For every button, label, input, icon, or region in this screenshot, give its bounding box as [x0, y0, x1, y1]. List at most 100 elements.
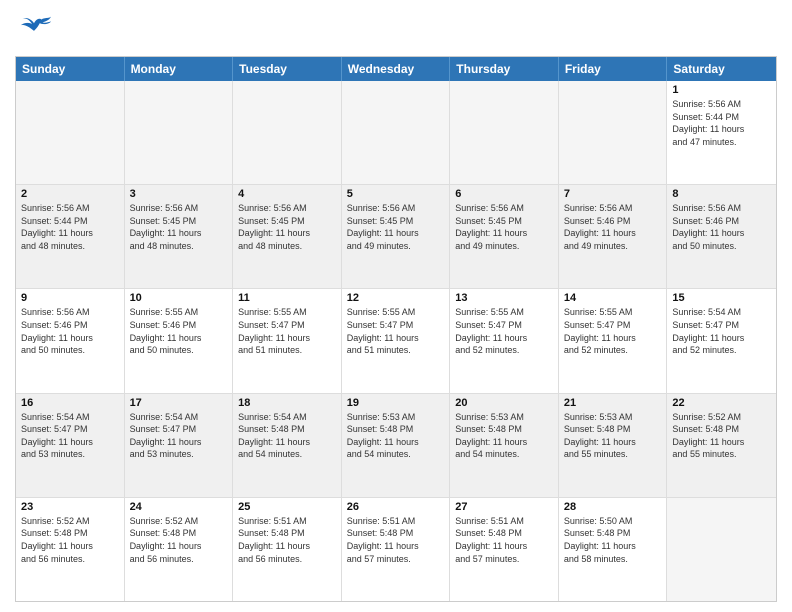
cell-info: Sunrise: 5:50 AM Sunset: 5:48 PM Dayligh… — [564, 515, 662, 565]
calendar-row-4: 16 Sunrise: 5:54 AM Sunset: 5:47 PM Dayli… — [16, 393, 776, 497]
calendar-cell: 18 Sunrise: 5:54 AM Sunset: 5:48 PM Dayli… — [233, 394, 342, 497]
calendar-cell: 11 Sunrise: 5:55 AM Sunset: 5:47 PM Dayli… — [233, 289, 342, 392]
calendar-cell: 8 Sunrise: 5:56 AM Sunset: 5:46 PM Daylig… — [667, 185, 776, 288]
calendar-header: SundayMondayTuesdayWednesdayThursdayFrid… — [16, 57, 776, 81]
calendar-cell: 4 Sunrise: 5:56 AM Sunset: 5:45 PM Daylig… — [233, 185, 342, 288]
calendar-cell: 26 Sunrise: 5:51 AM Sunset: 5:48 PM Dayli… — [342, 498, 451, 601]
day-number: 20 — [455, 397, 553, 409]
calendar-cell — [16, 81, 125, 184]
calendar-cell: 16 Sunrise: 5:54 AM Sunset: 5:47 PM Dayli… — [16, 394, 125, 497]
cell-info: Sunrise: 5:53 AM Sunset: 5:48 PM Dayligh… — [455, 411, 553, 461]
day-number: 7 — [564, 188, 662, 200]
day-number: 17 — [130, 397, 228, 409]
cell-info: Sunrise: 5:56 AM Sunset: 5:45 PM Dayligh… — [347, 202, 445, 252]
calendar-cell: 7 Sunrise: 5:56 AM Sunset: 5:46 PM Daylig… — [559, 185, 668, 288]
cell-info: Sunrise: 5:51 AM Sunset: 5:48 PM Dayligh… — [347, 515, 445, 565]
cell-info: Sunrise: 5:55 AM Sunset: 5:47 PM Dayligh… — [347, 306, 445, 356]
day-number: 27 — [455, 501, 553, 513]
day-number: 26 — [347, 501, 445, 513]
calendar-cell — [450, 81, 559, 184]
calendar-cell — [667, 498, 776, 601]
cell-info: Sunrise: 5:51 AM Sunset: 5:48 PM Dayligh… — [455, 515, 553, 565]
day-number: 12 — [347, 292, 445, 304]
cell-info: Sunrise: 5:56 AM Sunset: 5:45 PM Dayligh… — [455, 202, 553, 252]
cell-info: Sunrise: 5:56 AM Sunset: 5:45 PM Dayligh… — [238, 202, 336, 252]
cell-info: Sunrise: 5:53 AM Sunset: 5:48 PM Dayligh… — [347, 411, 445, 461]
cell-info: Sunrise: 5:53 AM Sunset: 5:48 PM Dayligh… — [564, 411, 662, 461]
calendar-cell: 14 Sunrise: 5:55 AM Sunset: 5:47 PM Dayli… — [559, 289, 668, 392]
calendar-row-2: 2 Sunrise: 5:56 AM Sunset: 5:44 PM Daylig… — [16, 184, 776, 288]
cell-info: Sunrise: 5:54 AM Sunset: 5:47 PM Dayligh… — [21, 411, 119, 461]
cell-info: Sunrise: 5:56 AM Sunset: 5:45 PM Dayligh… — [130, 202, 228, 252]
day-number: 24 — [130, 501, 228, 513]
calendar-cell — [233, 81, 342, 184]
calendar-cell — [125, 81, 234, 184]
calendar-cell: 15Sunrise: 5:54 AM Sunset: 5:47 PM Dayli… — [667, 289, 776, 392]
calendar-cell — [559, 81, 668, 184]
calendar-row-5: 23 Sunrise: 5:52 AM Sunset: 5:48 PM Dayli… — [16, 497, 776, 601]
cell-info: Sunrise: 5:55 AM Sunset: 5:47 PM Dayligh… — [238, 306, 336, 356]
day-number: 22 — [672, 397, 771, 409]
day-number: 14 — [564, 292, 662, 304]
cell-info: Sunrise: 5:56 AM Sunset: 5:46 PM Dayligh… — [21, 306, 119, 356]
day-number: 13 — [455, 292, 553, 304]
cell-info: Sunrise: 5:52 AM Sunset: 5:48 PM Dayligh… — [672, 411, 771, 461]
day-number: 11 — [238, 292, 336, 304]
calendar: SundayMondayTuesdayWednesdayThursdayFrid… — [15, 56, 777, 602]
calendar-cell: 6 Sunrise: 5:56 AM Sunset: 5:45 PM Daylig… — [450, 185, 559, 288]
calendar-cell: 22 Sunrise: 5:52 AM Sunset: 5:48 PM Dayli… — [667, 394, 776, 497]
calendar-cell: 17 Sunrise: 5:54 AM Sunset: 5:47 PM Dayli… — [125, 394, 234, 497]
calendar-cell: 21 Sunrise: 5:53 AM Sunset: 5:48 PM Dayli… — [559, 394, 668, 497]
cell-info: Sunrise: 5:54 AM Sunset: 5:48 PM Dayligh… — [238, 411, 336, 461]
day-number: 15 — [672, 292, 771, 304]
day-number: 10 — [130, 292, 228, 304]
weekday-header-monday: Monday — [125, 57, 234, 81]
cell-info: Sunrise: 5:54 AM Sunset: 5:47 PM Dayligh… — [130, 411, 228, 461]
weekday-header-friday: Friday — [559, 57, 668, 81]
cell-info: Sunrise: 5:55 AM Sunset: 5:47 PM Dayligh… — [455, 306, 553, 356]
calendar-body: 1 Sunrise: 5:56 AM Sunset: 5:44 PM Daylig… — [16, 81, 776, 601]
cell-info: Sunrise: 5:55 AM Sunset: 5:47 PM Dayligh… — [564, 306, 662, 356]
calendar-cell: 3 Sunrise: 5:56 AM Sunset: 5:45 PM Daylig… — [125, 185, 234, 288]
calendar-cell: 23Sunrise: 5:52 AM Sunset: 5:48 PM Dayli… — [16, 498, 125, 601]
day-number: 16 — [21, 397, 119, 409]
calendar-cell: 19Sunrise: 5:53 AM Sunset: 5:48 PM Dayli… — [342, 394, 451, 497]
calendar-cell: 9 Sunrise: 5:56 AM Sunset: 5:46 PM Daylig… — [16, 289, 125, 392]
calendar-cell: 20 Sunrise: 5:53 AM Sunset: 5:48 PM Dayli… — [450, 394, 559, 497]
calendar-cell: 12 Sunrise: 5:55 AM Sunset: 5:47 PM Dayli… — [342, 289, 451, 392]
day-number: 9 — [21, 292, 119, 304]
weekday-header-tuesday: Tuesday — [233, 57, 342, 81]
day-number: 18 — [238, 397, 336, 409]
day-number: 3 — [130, 188, 228, 200]
day-number: 8 — [672, 188, 771, 200]
calendar-cell: 13 Sunrise: 5:55 AM Sunset: 5:47 PM Dayli… — [450, 289, 559, 392]
calendar-cell: 2 Sunrise: 5:56 AM Sunset: 5:44 PM Daylig… — [16, 185, 125, 288]
day-number: 21 — [564, 397, 662, 409]
day-number: 25 — [238, 501, 336, 513]
calendar-cell: 1Sunrise: 5:56 AM Sunset: 5:44 PM Daylig… — [667, 81, 776, 184]
calendar-cell: 28 Sunrise: 5:50 AM Sunset: 5:48 PM Dayli… — [559, 498, 668, 601]
day-number: 28 — [564, 501, 662, 513]
day-number: 6 — [455, 188, 553, 200]
cell-info: Sunrise: 5:55 AM Sunset: 5:46 PM Dayligh… — [130, 306, 228, 356]
calendar-row-3: 9 Sunrise: 5:56 AM Sunset: 5:46 PM Daylig… — [16, 288, 776, 392]
logo — [15, 10, 55, 48]
cell-info: Sunrise: 5:51 AM Sunset: 5:48 PM Dayligh… — [238, 515, 336, 565]
cell-info: Sunrise: 5:56 AM Sunset: 5:46 PM Dayligh… — [564, 202, 662, 252]
calendar-cell: 24 Sunrise: 5:52 AM Sunset: 5:48 PM Dayli… — [125, 498, 234, 601]
day-number: 2 — [21, 188, 119, 200]
weekday-header-thursday: Thursday — [450, 57, 559, 81]
calendar-cell: 10 Sunrise: 5:55 AM Sunset: 5:46 PM Dayli… — [125, 289, 234, 392]
cell-info: Sunrise: 5:52 AM Sunset: 5:48 PM Dayligh… — [130, 515, 228, 565]
calendar-cell: 5Sunrise: 5:56 AM Sunset: 5:45 PM Daylig… — [342, 185, 451, 288]
cell-info: Sunrise: 5:56 AM Sunset: 5:46 PM Dayligh… — [672, 202, 771, 252]
cell-info: Sunrise: 5:56 AM Sunset: 5:44 PM Dayligh… — [21, 202, 119, 252]
day-number: 1 — [672, 84, 771, 96]
weekday-header-wednesday: Wednesday — [342, 57, 451, 81]
logo-icon — [15, 10, 53, 48]
day-number: 4 — [238, 188, 336, 200]
calendar-cell — [342, 81, 451, 184]
weekday-header-sunday: Sunday — [16, 57, 125, 81]
day-number: 23 — [21, 501, 119, 513]
calendar-cell: 27 Sunrise: 5:51 AM Sunset: 5:48 PM Dayli… — [450, 498, 559, 601]
